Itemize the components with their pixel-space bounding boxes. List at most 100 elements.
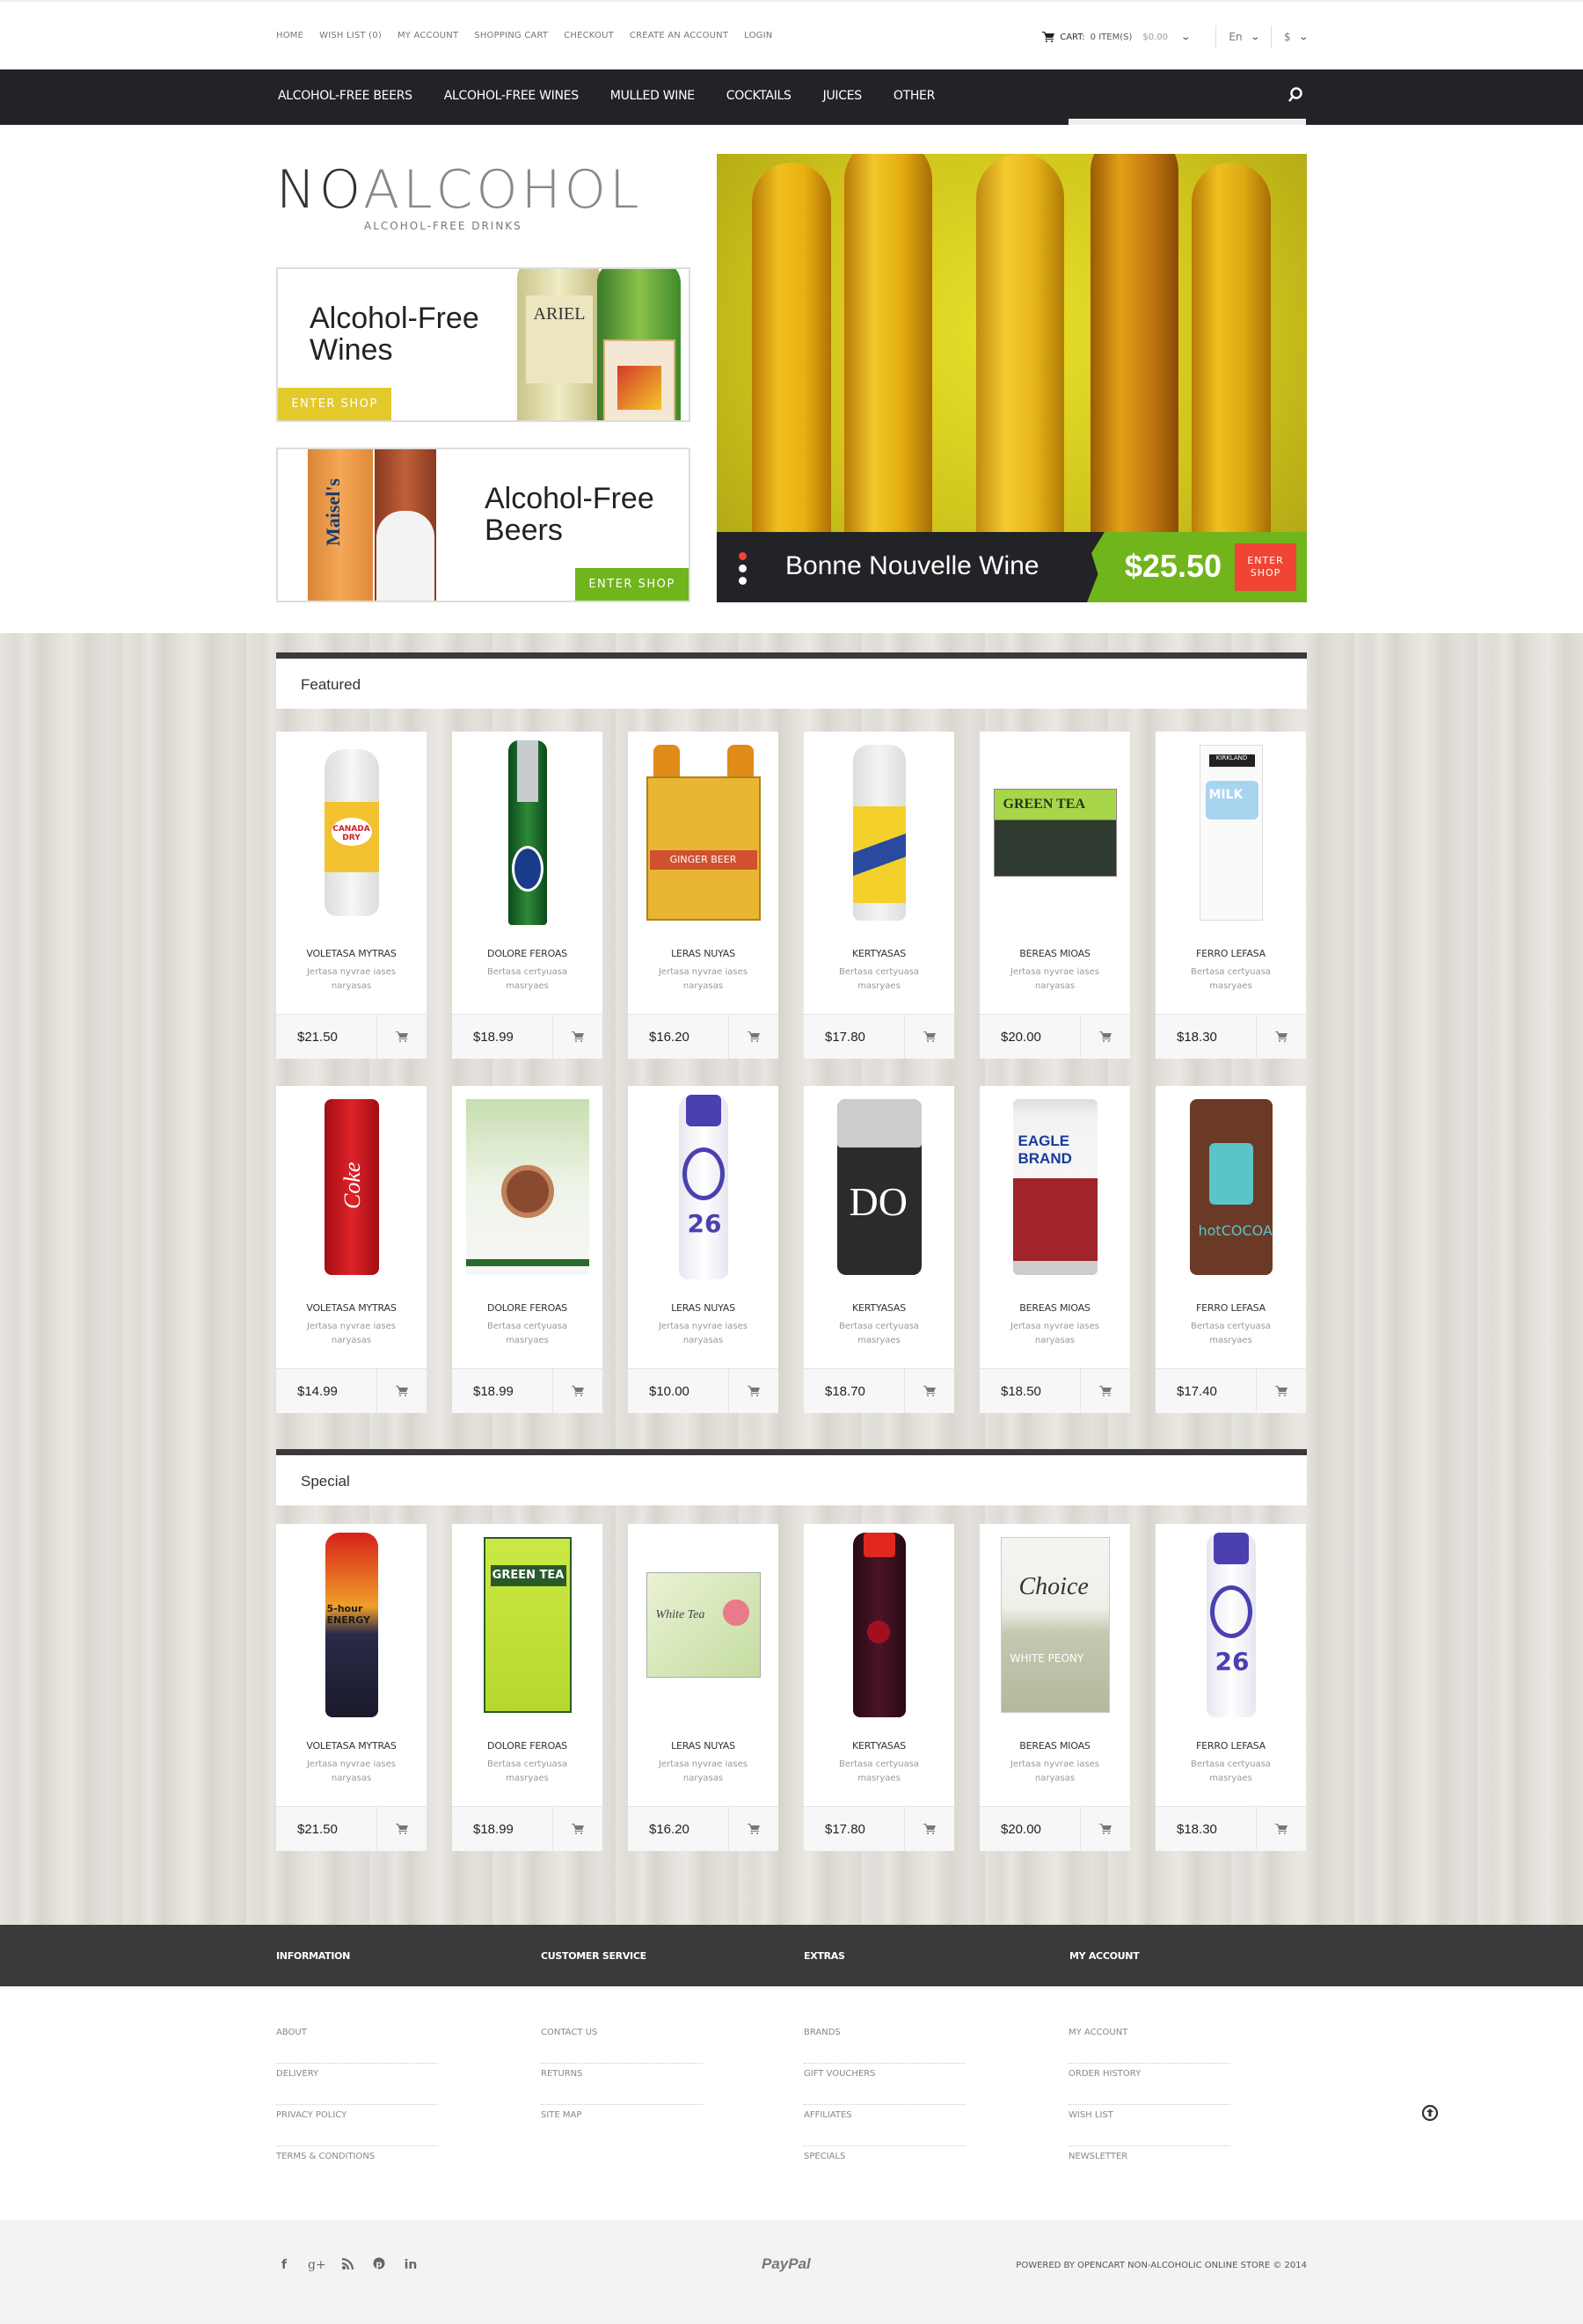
slider-dot-active[interactable] <box>739 552 747 560</box>
footer-link-site-map[interactable]: SITE MAP <box>541 2105 703 2146</box>
product-image[interactable]: CANADA DRY <box>276 732 427 934</box>
product-image[interactable]: DO <box>804 1086 954 1288</box>
enter-shop-button[interactable]: ENTER SHOP <box>278 388 391 420</box>
product-image[interactable]: Choice WHITE PEONY <box>980 1524 1130 1726</box>
add-to-cart-button[interactable] <box>729 1369 778 1413</box>
footer-link-returns[interactable]: RETURNS <box>541 2064 703 2105</box>
product-card[interactable]: 26 LERAS NUYAS Jertasa nyvrae iases naryas… <box>628 1086 778 1413</box>
footer-link-privacy-policy[interactable]: PRIVACY POLICY <box>276 2105 438 2146</box>
product-card[interactable]: hotCOCOA FERRO LEFASA Bertasa certyuasa ma… <box>1156 1086 1306 1413</box>
facebook-icon[interactable]: f <box>276 2258 292 2272</box>
footer-link-specials[interactable]: SPECIALS <box>804 2146 966 2188</box>
footer-link-terms[interactable]: TERMS & CONDITIONS <box>276 2146 438 2188</box>
product-image[interactable]: GREEN TEA <box>980 732 1130 934</box>
footer-link-order-history[interactable]: ORDER HISTORY <box>1069 2064 1230 2105</box>
hero-slider[interactable]: Bonne Nouvelle Wine $25.50 ENTER SHOP <box>717 154 1307 602</box>
product-name[interactable]: BEREAS MIOAS <box>980 1302 1130 1314</box>
product-card[interactable]: DOLORE FEROAS Bertasa certyuasa masryaes $… <box>452 732 602 1059</box>
product-name[interactable]: LERAS NUYAS <box>628 1302 778 1314</box>
product-image[interactable]: 26 <box>1156 1524 1306 1726</box>
product-image[interactable]: 5-hour ENERGY <box>276 1524 427 1726</box>
banner-alcohol-free-beers[interactable]: Maisel's Alcohol-Free Beers ENTER SHOP <box>276 448 690 602</box>
search-input[interactable] <box>1069 119 1306 125</box>
product-name[interactable]: DOLORE FEROAS <box>452 948 602 959</box>
enter-shop-button[interactable]: ENTER SHOP <box>575 568 689 601</box>
nav-item-juices[interactable]: JUICES <box>823 89 863 103</box>
site-logo[interactable]: NOALCOHOL ALCOHOL-FREE DRINKS <box>276 164 642 232</box>
product-name[interactable]: FERRO LEFASA <box>1156 1740 1306 1752</box>
product-image[interactable]: KIRKLAND MILK <box>1156 732 1306 934</box>
add-to-cart-button[interactable] <box>905 1807 954 1851</box>
footer-link-newsletter[interactable]: NEWSLETTER <box>1069 2146 1230 2188</box>
product-image[interactable]: White Tea <box>628 1524 778 1726</box>
slider-dot[interactable] <box>739 565 747 572</box>
footer-link-about[interactable]: ABOUT <box>276 2022 438 2064</box>
product-image[interactable]: GINGER BEER <box>628 732 778 934</box>
product-card[interactable]: Choice WHITE PEONY BEREAS MIOAS Jertasa nyv… <box>980 1524 1130 1851</box>
top-link-home[interactable]: HOME <box>276 31 303 40</box>
add-to-cart-button[interactable] <box>553 1369 602 1413</box>
footer-link-affiliates[interactable]: AFFILIATES <box>804 2105 966 2146</box>
product-card[interactable]: GINGER BEER LERAS NUYAS Jertasa nyvrae ias… <box>628 732 778 1059</box>
add-to-cart-button[interactable] <box>553 1015 602 1059</box>
product-card[interactable]: GREEN TEA BEREAS MIOAS Jertasa nyvrae iase… <box>980 732 1130 1059</box>
product-name[interactable]: VOLETASA MYTRAS <box>276 1740 427 1752</box>
footer-link-gift-vouchers[interactable]: GIFT VOUCHERS <box>804 2064 966 2105</box>
product-name[interactable]: FERRO LEFASA <box>1156 1302 1306 1314</box>
top-link-login[interactable]: LOGIN <box>744 31 772 40</box>
add-to-cart-button[interactable] <box>377 1369 427 1413</box>
product-card[interactable]: 5-hour ENERGY VOLETASA MYTRAS Jertasa nyvra… <box>276 1524 427 1851</box>
add-to-cart-button[interactable] <box>1257 1369 1306 1413</box>
rss-icon[interactable] <box>339 2257 355 2273</box>
product-card[interactable]: DO KERTYASAS Bertasa certyuasa masryaes $18… <box>804 1086 954 1413</box>
product-name[interactable]: LERAS NUYAS <box>628 1740 778 1752</box>
slider-dot[interactable] <box>739 577 747 585</box>
banner-alcohol-free-wines[interactable]: Alcohol-Free Wines ARIEL ENTER SHOP <box>276 267 690 422</box>
add-to-cart-button[interactable] <box>729 1015 778 1059</box>
product-image[interactable] <box>452 732 602 934</box>
product-name[interactable]: LERAS NUYAS <box>628 948 778 959</box>
footer-link-delivery[interactable]: DELIVERY <box>276 2064 438 2105</box>
product-card[interactable]: White Tea LERAS NUYAS Jertasa nyvrae iases… <box>628 1524 778 1851</box>
nav-item-alcohol-free-beers[interactable]: ALCOHOL-FREE BEERS <box>278 89 412 103</box>
scroll-to-top-icon[interactable] <box>1421 2104 1439 2122</box>
nav-item-cocktails[interactable]: COCKTAILS <box>726 89 792 103</box>
add-to-cart-button[interactable] <box>1257 1807 1306 1851</box>
add-to-cart-button[interactable] <box>905 1369 954 1413</box>
product-image[interactable]: hotCOCOA <box>1156 1086 1306 1288</box>
cart-dropdown[interactable]: CART: 0 ITEM(S) $0.00 ⌄ <box>1042 32 1203 42</box>
add-to-cart-button[interactable] <box>1257 1015 1306 1059</box>
add-to-cart-button[interactable] <box>1081 1807 1130 1851</box>
google-plus-icon[interactable]: g+ <box>308 2258 326 2272</box>
product-image[interactable]: 26 <box>628 1086 778 1288</box>
product-image[interactable] <box>804 732 954 934</box>
product-name[interactable]: DOLORE FEROAS <box>452 1740 602 1752</box>
product-name[interactable]: KERTYASAS <box>804 948 954 959</box>
product-name[interactable]: KERTYASAS <box>804 1740 954 1752</box>
footer-link-brands[interactable]: BRANDS <box>804 2022 966 2064</box>
language-selector[interactable]: En ⌄ <box>1229 31 1259 43</box>
top-link-shopping-cart[interactable]: SHOPPING CART <box>474 31 548 40</box>
top-link-my-account[interactable]: MY ACCOUNT <box>398 31 458 40</box>
product-card[interactable]: DOLORE FEROAS Bertasa certyuasa masryaes $… <box>452 1086 602 1413</box>
product-name[interactable]: BEREAS MIOAS <box>980 1740 1130 1752</box>
product-image[interactable] <box>452 1086 602 1288</box>
product-name[interactable]: FERRO LEFASA <box>1156 948 1306 959</box>
top-link-create-account[interactable]: CREATE AN ACCOUNT <box>630 31 728 40</box>
footer-link-wish-list[interactable]: WISH LIST <box>1069 2105 1230 2146</box>
product-card[interactable]: KERTYASAS Bertasa certyuasa masryaes $17.8… <box>804 1524 954 1851</box>
product-name[interactable]: VOLETASA MYTRAS <box>276 1302 427 1314</box>
add-to-cart-button[interactable] <box>729 1807 778 1851</box>
product-image[interactable] <box>804 1524 954 1726</box>
currency-selector[interactable]: $ ⌄ <box>1284 31 1309 43</box>
top-link-wishlist[interactable]: WISH LIST (0) <box>319 31 382 40</box>
product-name[interactable]: KERTYASAS <box>804 1302 954 1314</box>
add-to-cart-button[interactable] <box>1081 1015 1130 1059</box>
top-link-checkout[interactable]: CHECKOUT <box>564 31 614 40</box>
product-name[interactable]: DOLORE FEROAS <box>452 1302 602 1314</box>
footer-link-my-account[interactable]: MY ACCOUNT <box>1069 2022 1230 2064</box>
linkedin-icon[interactable]: in <box>403 2258 419 2272</box>
product-image[interactable]: GREEN TEA <box>452 1524 602 1726</box>
product-name[interactable]: VOLETASA MYTRAS <box>276 948 427 959</box>
product-card[interactable]: GREEN TEA DOLORE FEROAS Bertasa certyuasa … <box>452 1524 602 1851</box>
